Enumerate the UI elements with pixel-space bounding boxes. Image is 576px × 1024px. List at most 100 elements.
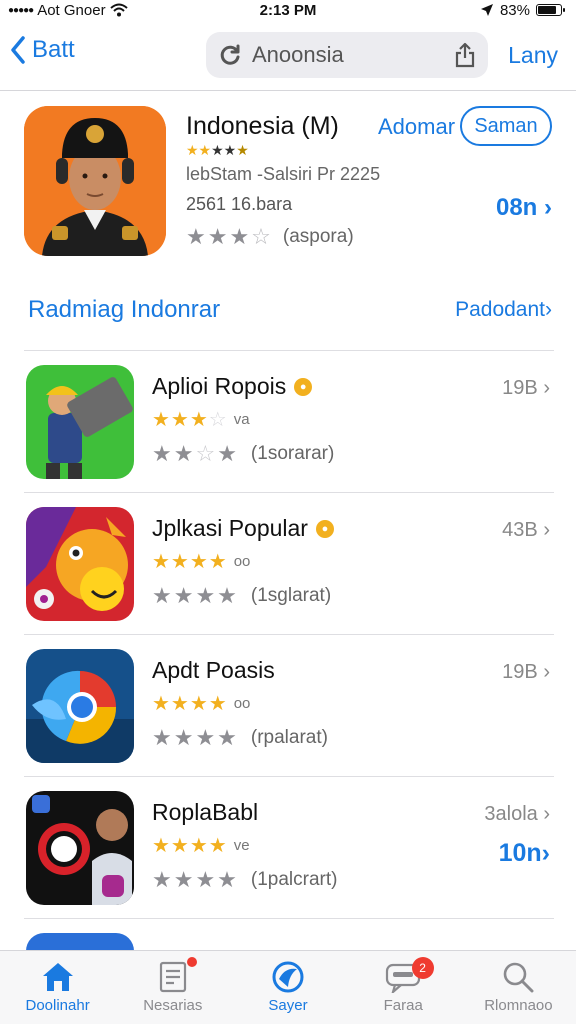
app-icon-builder[interactable] xyxy=(26,365,134,479)
battery-fill xyxy=(538,6,557,14)
app-icon-cartoon[interactable] xyxy=(26,507,134,621)
app-rating-meta: (1sorarar) xyxy=(250,443,335,464)
featured-app-info: 2561 16.bara xyxy=(186,194,293,214)
signal-icon: ●●●●● xyxy=(8,4,34,16)
chevron-right-icon: › xyxy=(544,194,552,221)
reload-icon[interactable] xyxy=(218,43,242,67)
media-illustration xyxy=(26,791,134,905)
tab-label: Rlomnaoo xyxy=(484,997,553,1014)
chevron-right-icon: › xyxy=(543,519,550,541)
tab-search[interactable]: Rlomnaoo xyxy=(461,951,576,1024)
app-rating: ★★☆★ (1sorarar) xyxy=(152,441,334,467)
featured-app[interactable]: Indonesia (M) Adomar Saman ★★★★★ lebStam… xyxy=(24,104,560,260)
app-size[interactable]: 19B › xyxy=(502,377,550,400)
status-right: 83% xyxy=(480,2,565,19)
app-size[interactable]: 43B › xyxy=(502,519,550,542)
cartoon-illustration xyxy=(26,507,134,621)
list-item[interactable]: RoplaBabl ★★★★ ve ★★★★ (1palcrart) 3alol… xyxy=(24,776,554,918)
builder-illustration xyxy=(26,365,134,479)
featured-app-action-button[interactable]: Saman xyxy=(460,106,552,146)
tab-compass[interactable]: Sayer xyxy=(230,951,345,1024)
app-list: Aplioi Ropois ● ★★★☆ va ★★☆★ (1sorarar) … xyxy=(24,350,554,958)
app-rating-meta: (rpalarat) xyxy=(250,727,328,748)
app-name: RoplaBabl xyxy=(152,799,259,825)
app-stars: ★★★★ oo xyxy=(152,549,250,574)
chevron-right-icon: › xyxy=(541,839,550,867)
tab-label: Doolinahr xyxy=(25,997,90,1014)
tab-chat[interactable]: 2 Faraa xyxy=(346,951,461,1024)
search-text: Anoonsia xyxy=(252,42,344,67)
featured-app-link[interactable]: Adomar xyxy=(378,114,455,140)
app-name-row: Apdt Poasis xyxy=(152,657,275,684)
chevron-right-icon: › xyxy=(545,298,552,321)
rating-stars: ★★★★ xyxy=(152,725,239,750)
app-name: Jplkasi Popular xyxy=(152,515,308,541)
nav-divider xyxy=(0,90,576,91)
status-left: ●●●●● Aot Gnoer xyxy=(8,2,128,19)
tab-label: Faraa xyxy=(383,997,423,1014)
share-icon[interactable] xyxy=(454,42,476,68)
carrier-label: Aot Gnoer xyxy=(37,1,106,19)
tab-news[interactable]: Nesarias xyxy=(115,951,230,1024)
app-name: Apdt Poasis xyxy=(152,657,275,683)
chevron-right-icon: › xyxy=(543,661,550,683)
app-name-row: Jplkasi Popular ● xyxy=(152,515,334,542)
app-size-value: 3alola xyxy=(484,803,538,825)
chevron-left-icon xyxy=(11,36,25,64)
app-rating: ★★★★ (1sglarat) xyxy=(152,583,331,609)
tab-badge: 2 xyxy=(411,957,434,979)
app-icon-media[interactable] xyxy=(26,791,134,905)
list-item[interactable]: Jplkasi Popular ● ★★★★ oo ★★★★ (1sglarat… xyxy=(24,492,554,634)
section-link-label: Padodant xyxy=(455,298,545,321)
verified-badge-icon: ● xyxy=(315,519,334,538)
app-name-row: Aplioi Ropois ● xyxy=(152,373,313,400)
compass-icon xyxy=(272,961,304,993)
location-arrow-icon xyxy=(480,4,493,16)
app-name-row: RoplaBabl xyxy=(152,799,258,826)
chevron-right-icon: › xyxy=(543,377,550,399)
app-size[interactable]: 3alola › xyxy=(484,803,550,826)
avatar-illustration xyxy=(24,106,166,256)
featured-app-size-value: 08n xyxy=(495,194,538,221)
featured-app-rating-meta: (aspora) xyxy=(282,226,354,247)
star-rating-icon: ★★★★ xyxy=(152,693,228,715)
app-stars: ★★★★ ve xyxy=(152,833,250,858)
app-rating: ★★★★ (1palcrart) xyxy=(152,867,337,893)
search-icon xyxy=(504,962,534,993)
list-item[interactable]: Apdt Poasis ★★★★ oo ★★★★ (rpalarat) 19B … xyxy=(24,634,554,776)
app-stars-note: oo xyxy=(233,553,251,570)
app-icon-browser[interactable] xyxy=(26,649,134,763)
star-rating-icon: ★★★★ xyxy=(152,551,228,573)
nav-right-button[interactable]: Lany xyxy=(508,42,558,69)
featured-app-icon[interactable] xyxy=(24,106,166,256)
back-label: Batt xyxy=(32,36,75,63)
chevron-right-icon: › xyxy=(543,803,550,825)
rating-stars: ★★★☆ xyxy=(186,224,273,249)
house-icon xyxy=(42,963,73,991)
tab-label: Sayer xyxy=(268,997,308,1014)
app-size-value: 19B xyxy=(502,377,538,399)
wifi-icon xyxy=(109,3,128,17)
featured-app-size[interactable]: 08n › xyxy=(496,194,552,222)
search-field[interactable]: Anoonsia xyxy=(206,32,488,78)
rating-stars: ★★★★ xyxy=(152,867,239,892)
star-rating-icon: ★★★★ xyxy=(152,835,228,857)
list-item[interactable]: Aplioi Ropois ● ★★★☆ va ★★☆★ (1sorarar) … xyxy=(24,350,554,492)
section-see-all-link[interactable]: Padodant› xyxy=(455,298,552,322)
tab-home[interactable]: Doolinahr xyxy=(0,951,115,1024)
app-size[interactable]: 19B › xyxy=(502,661,550,684)
star-rating-icon: ★★★☆ xyxy=(152,409,228,431)
status-bar: ●●●●● Aot Gnoer 2:13 PM 83% xyxy=(0,0,576,20)
app-rating-meta: (1palcrart) xyxy=(250,869,338,890)
featured-app-subtitle: lebStam -Salsiri Pr 2225 xyxy=(186,164,381,184)
notification-dot xyxy=(187,957,198,967)
app-size-button[interactable]: 10n› xyxy=(499,839,550,868)
app-size-button-label: 10n xyxy=(498,839,542,867)
verified-badge-icon: ● xyxy=(294,377,313,396)
rating-stars: ★★★★ xyxy=(152,583,239,608)
app-size-value: 19B xyxy=(502,661,538,683)
featured-app-title: Indonesia (M) xyxy=(186,112,339,140)
featured-app-small-stars: ★★★★★ xyxy=(186,142,249,158)
tab-label: Nesarias xyxy=(143,997,203,1014)
back-button[interactable]: Batt xyxy=(10,36,75,64)
